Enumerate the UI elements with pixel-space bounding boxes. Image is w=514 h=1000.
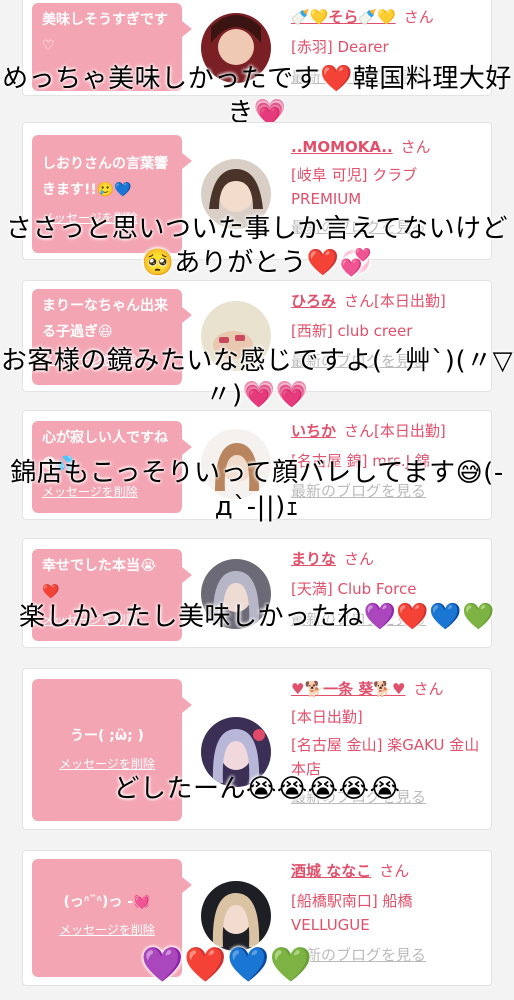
sender-name[interactable]: ♥🐕一条 葵🐕♥	[291, 680, 405, 698]
overlay-caption: めっちゃ美味しかったです❤️韓国料理大好き💗	[2, 64, 512, 128]
message-text: うー( ;ὢ; )	[70, 728, 144, 744]
honorific: さん	[344, 292, 375, 310]
shop-name[interactable]: [赤羽] Dearer	[291, 35, 486, 59]
overlay-caption: ささっと思いついた事しか言えてないけど🥺ありがとう❤️💞	[5, 214, 509, 278]
sender-name[interactable]: 🍼💛そら🍼💛	[291, 8, 396, 26]
work-status: [本日出勤]	[291, 708, 363, 726]
overlay-caption: お客様の鏡みたいな感じですよ( ´艸`)(〃▽〃)💗💗	[0, 346, 514, 410]
honorific: さん	[379, 862, 410, 880]
honorific: さん	[344, 422, 375, 440]
message-text: 美味しそうすぎです♡	[42, 12, 168, 54]
work-status: [本日出勤]	[374, 292, 446, 310]
shop-name[interactable]: [西新] club creer	[291, 319, 486, 343]
honorific: さん	[344, 550, 375, 568]
message-text: (っᐢ¨ᐢ)っ -💓	[63, 894, 151, 910]
honorific: さん	[400, 138, 431, 156]
sender-name[interactable]: いちか	[291, 422, 336, 440]
sender-name[interactable]: 酒城 ななこ	[291, 862, 371, 880]
avatar[interactable]	[201, 881, 271, 951]
overlay-caption: 錦店もこっそりいって顔バレしてます😅(-д`-||)ｪ	[10, 458, 504, 522]
shop-name[interactable]: [岐阜 可児] クラブ PREMIUM	[291, 163, 486, 211]
message-text: 幸せでした本当😭❤️	[42, 558, 157, 600]
sender-name[interactable]: ..MOMOKA..	[291, 138, 393, 156]
message-text: しおりさんの言葉響きます!!🥲💙	[42, 156, 168, 198]
overlay-caption: 💜❤️💙💚	[141, 945, 313, 985]
avatar-image	[201, 881, 271, 951]
shop-name[interactable]: [天満] Club Force	[291, 577, 486, 601]
work-status: [本日出勤]	[374, 422, 446, 440]
overlay-caption: 楽しかったし美味しかったね💜❤️💙💚	[19, 602, 495, 632]
overlay-caption: どしたーん😭😭😭😭😭	[113, 774, 401, 804]
honorific: さん	[403, 8, 434, 26]
sender-name[interactable]: まりな	[291, 550, 336, 568]
delete-message-link[interactable]: メッセージを削除	[42, 917, 172, 943]
message-text: まりーなちゃん出来る子過ぎ😆	[42, 298, 168, 340]
shop-name[interactable]: [船橋駅南口] 船橋 VELLUGUE	[291, 889, 486, 937]
sender-name[interactable]: ひろみ	[291, 292, 336, 310]
honorific: さん	[413, 680, 444, 698]
